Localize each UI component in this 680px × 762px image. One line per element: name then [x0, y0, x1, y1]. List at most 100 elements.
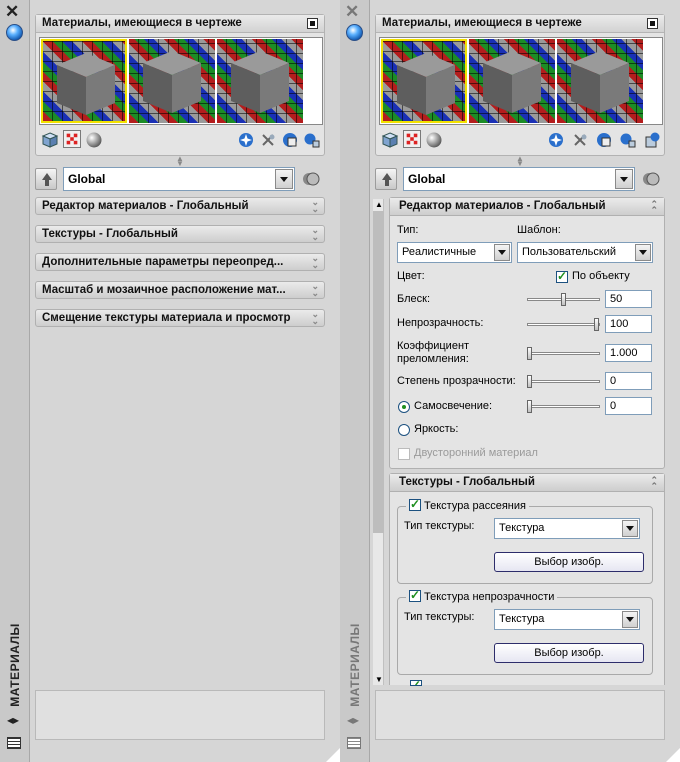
- diffuse-map-group: Текстура рассеяния Тип текстуры: Текстур…: [397, 497, 653, 584]
- slider-knob[interactable]: [561, 293, 566, 306]
- diffuse-map-type-dropdown[interactable]: Текстура: [494, 518, 640, 539]
- type-label: Тип:: [397, 224, 419, 236]
- close-icon[interactable]: ✕: [5, 3, 19, 20]
- view-toggle-icon[interactable]: [307, 18, 318, 29]
- luminance-radio[interactable]: [398, 424, 410, 436]
- collapse-chevron-icon[interactable]: ⌃ ⌃: [650, 476, 658, 491]
- section-header[interactable]: Редактор материалов - Глобальный ⌃ ⌃: [390, 198, 664, 216]
- collapsed-section-scaling-tiling[interactable]: Масштаб и мозаичное расположение мат... ⌄…: [35, 281, 325, 299]
- scroll-up-icon[interactable]: ▲: [375, 200, 383, 209]
- properties-menu-icon[interactable]: [7, 737, 21, 749]
- slider-knob[interactable]: [527, 375, 532, 388]
- purge-materials-icon[interactable]: [571, 131, 589, 149]
- properties-menu-icon[interactable]: [347, 737, 361, 749]
- indicate-in-use-icon[interactable]: [281, 131, 299, 149]
- template-dropdown[interactable]: Пользовательский: [517, 242, 653, 263]
- expand-chevron-icon[interactable]: ⌄ ⌄: [311, 198, 319, 214]
- chevron-down-icon[interactable]: [622, 520, 638, 537]
- material-swatch[interactable]: [469, 39, 555, 123]
- chevron-down-icon[interactable]: [275, 169, 293, 189]
- apply-to-objects-icon[interactable]: [303, 131, 321, 149]
- slider-knob[interactable]: [527, 347, 532, 360]
- scroll-down-icon[interactable]: ▼: [375, 675, 383, 684]
- attach-by-layer-icon[interactable]: [641, 169, 661, 189]
- collapsed-section-advanced-overrides[interactable]: Дополнительные параметры переопред... ⌄ ⌄: [35, 253, 325, 271]
- apply-to-objects-icon[interactable]: [619, 131, 637, 149]
- select-image-button[interactable]: Выбор изобр.: [494, 643, 644, 663]
- opacity-label: Непрозрачность:: [397, 317, 484, 329]
- expand-chevron-icon[interactable]: ⌄ ⌄: [311, 282, 319, 298]
- shininess-value-field[interactable]: 50: [605, 290, 652, 308]
- create-material-icon[interactable]: [237, 131, 255, 149]
- checkered-background-icon[interactable]: [63, 130, 81, 148]
- select-image-button[interactable]: Выбор изобр.: [494, 552, 644, 572]
- attach-by-layer-icon[interactable]: [301, 169, 321, 189]
- material-dropdown[interactable]: Global: [63, 167, 295, 191]
- globe-icon[interactable]: [6, 24, 23, 41]
- auto-hide-icon[interactable]: ◂▸: [7, 713, 19, 727]
- home-material-button[interactable]: [375, 168, 397, 190]
- close-icon[interactable]: ✕: [345, 3, 359, 20]
- by-object-checkbox[interactable]: [556, 269, 568, 283]
- material-selector-row: Global: [375, 167, 665, 191]
- material-swatch-selected[interactable]: [41, 39, 127, 123]
- opacity-map-type-dropdown[interactable]: Текстура: [494, 609, 640, 630]
- palette-body: Материалы, имеющиеся в чертеже ▲ ▼ Globa…: [30, 0, 340, 762]
- chevron-down-icon[interactable]: [635, 244, 651, 261]
- map-type-label: Тип текстуры:: [404, 611, 475, 623]
- diffuse-map-checkbox[interactable]: [409, 497, 421, 511]
- sphere-preview-icon[interactable]: [85, 131, 103, 149]
- self-illumination-value-field[interactable]: 0: [605, 397, 652, 415]
- swatch-geometry-icon[interactable]: [41, 131, 59, 149]
- type-dropdown[interactable]: Реалистичные: [397, 242, 512, 263]
- slider-knob[interactable]: [594, 318, 599, 331]
- remove-from-objects-icon[interactable]: [643, 131, 661, 149]
- material-swatch[interactable]: [557, 39, 643, 123]
- palette-title-text: МАТЕРИАЛЫ: [348, 623, 363, 707]
- material-dropdown[interactable]: Global: [403, 167, 635, 191]
- chevron-down-icon[interactable]: [615, 169, 633, 189]
- opacity-slider[interactable]: [527, 318, 600, 331]
- vertical-scrollbar[interactable]: ▲ ▼: [373, 199, 384, 685]
- collapse-chevron-icon[interactable]: ⌃ ⌃: [650, 200, 658, 215]
- self-illumination-slider[interactable]: [527, 400, 600, 413]
- material-swatch[interactable]: [217, 39, 303, 123]
- checkered-background-icon[interactable]: [403, 130, 421, 148]
- materials-palette-expanded: ✕ МАТЕРИАЛЫ ◂▸ Материалы, имеющиеся в че…: [340, 0, 680, 762]
- translucency-slider[interactable]: [527, 375, 600, 388]
- globe-icon[interactable]: [346, 24, 363, 41]
- material-swatch-selected[interactable]: [381, 39, 467, 123]
- splitter-grip[interactable]: ▲ ▼: [176, 155, 184, 168]
- shininess-slider[interactable]: [527, 293, 600, 306]
- two-sided-checkbox[interactable]: [398, 448, 410, 460]
- auto-hide-icon[interactable]: ◂▸: [347, 713, 359, 727]
- section-header: Материалы, имеющиеся в чертеже: [36, 15, 324, 33]
- material-swatch[interactable]: [129, 39, 215, 123]
- self-illumination-radio[interactable]: [398, 401, 410, 413]
- splitter-grip[interactable]: ▲ ▼: [516, 155, 524, 168]
- collapsed-section-offset-preview[interactable]: Смещение текстуры материала и просмотр ⌄ ⌄: [35, 309, 325, 327]
- expand-chevron-icon[interactable]: ⌄ ⌄: [311, 254, 319, 270]
- slider-knob[interactable]: [527, 400, 532, 413]
- expand-chevron-icon[interactable]: ⌄ ⌄: [311, 226, 319, 242]
- indicate-in-use-icon[interactable]: [595, 131, 613, 149]
- refraction-value-field[interactable]: 1.000: [605, 344, 652, 362]
- purge-materials-icon[interactable]: [259, 131, 277, 149]
- opacity-map-checkbox[interactable]: [409, 588, 421, 602]
- chevron-down-icon[interactable]: [494, 244, 510, 261]
- home-material-button[interactable]: [35, 168, 57, 190]
- sphere-preview-icon[interactable]: [425, 131, 443, 149]
- collapsed-section-material-editor[interactable]: Редактор материалов - Глобальный ⌄ ⌄: [35, 197, 325, 215]
- translucency-value-field[interactable]: 0: [605, 372, 652, 390]
- next-map-checkbox-partial[interactable]: [410, 680, 422, 686]
- opacity-value-field[interactable]: 100: [605, 315, 652, 333]
- create-material-icon[interactable]: [547, 131, 565, 149]
- chevron-down-icon[interactable]: [622, 611, 638, 628]
- view-toggle-icon[interactable]: [647, 18, 658, 29]
- collapsed-section-textures[interactable]: Текстуры - Глобальный ⌄ ⌄: [35, 225, 325, 243]
- swatch-geometry-icon[interactable]: [381, 131, 399, 149]
- section-header[interactable]: Текстуры - Глобальный ⌃ ⌃: [390, 474, 664, 492]
- refraction-slider[interactable]: [527, 347, 600, 360]
- scrollbar-thumb[interactable]: [373, 211, 384, 533]
- expand-chevron-icon[interactable]: ⌄ ⌄: [311, 310, 319, 326]
